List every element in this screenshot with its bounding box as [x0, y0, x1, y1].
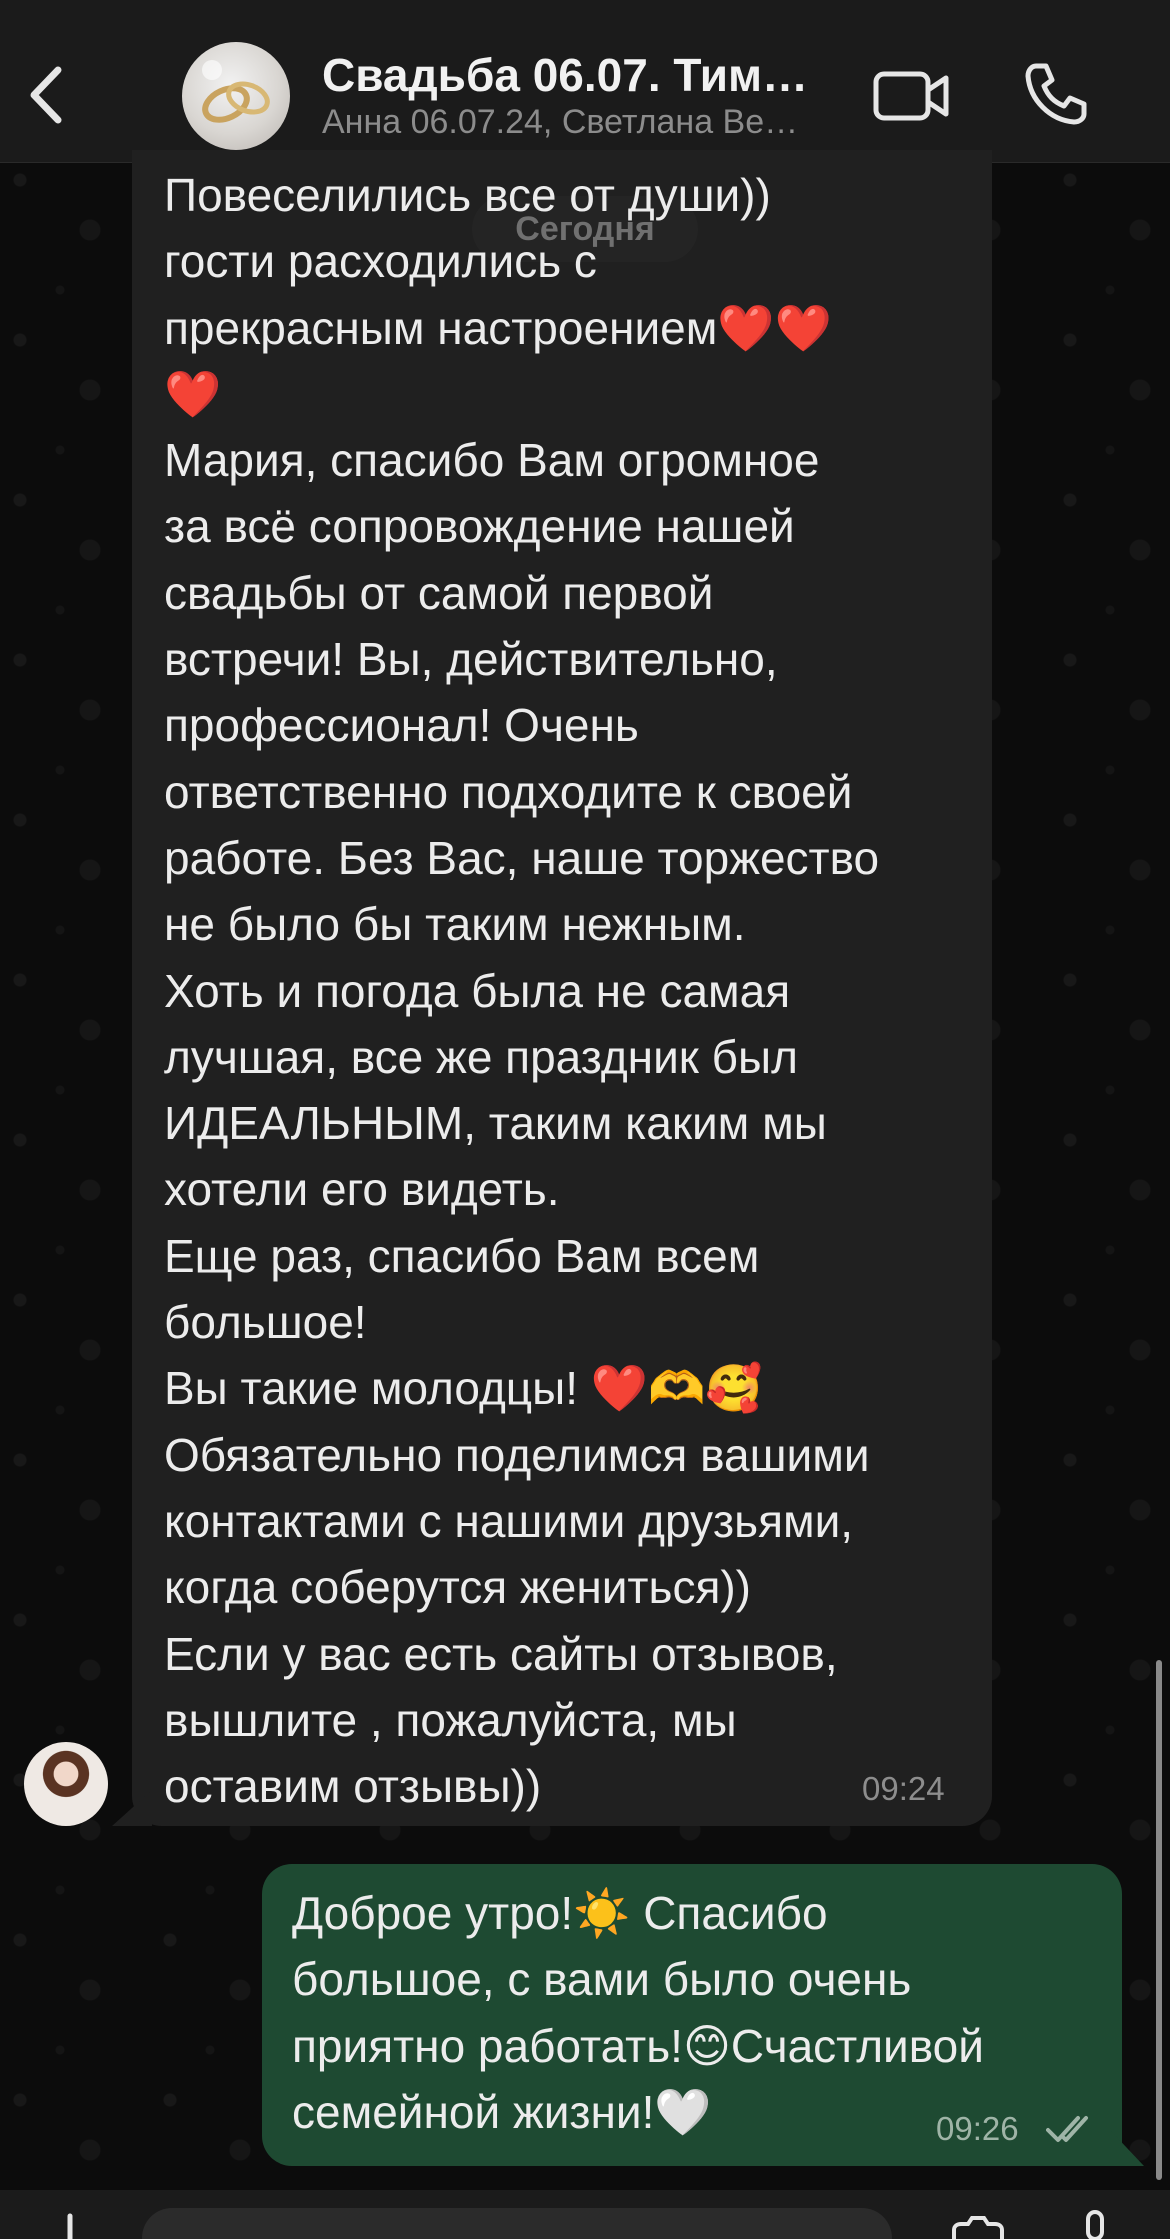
- microphone-icon[interactable]: [1080, 2210, 1110, 2239]
- outgoing-message-text: Доброе утро!☀️ Спасибо большое, с вами б…: [292, 1887, 984, 2138]
- video-camera-icon: [873, 71, 949, 121]
- incoming-message-text: Повеселились все от души)) гости расходи…: [164, 169, 880, 1813]
- group-avatar[interactable]: [182, 42, 290, 150]
- sender-avatar[interactable]: [24, 1742, 108, 1826]
- message-input[interactable]: [142, 2208, 892, 2239]
- rings-photo: [202, 60, 270, 123]
- phone-icon: [1025, 63, 1087, 125]
- back-button[interactable]: [22, 60, 72, 130]
- voice-call-button[interactable]: [1022, 60, 1088, 126]
- chat-participants[interactable]: Анна 06.07.24, Светлана Ве…: [322, 103, 842, 142]
- scrollbar[interactable]: [1156, 1660, 1162, 2180]
- message-timestamp: 09:26: [936, 2110, 1019, 2147]
- chat-title[interactable]: Свадьба 06.07. Тим…: [322, 48, 842, 102]
- read-receipt-icon: [1046, 2116, 1088, 2142]
- plus-icon[interactable]: [50, 2212, 90, 2239]
- message-timestamp: 09:24: [862, 1770, 945, 1807]
- video-call-button[interactable]: [872, 68, 952, 124]
- chevron-left-icon: [30, 66, 62, 124]
- camera-icon[interactable]: [948, 2216, 1008, 2239]
